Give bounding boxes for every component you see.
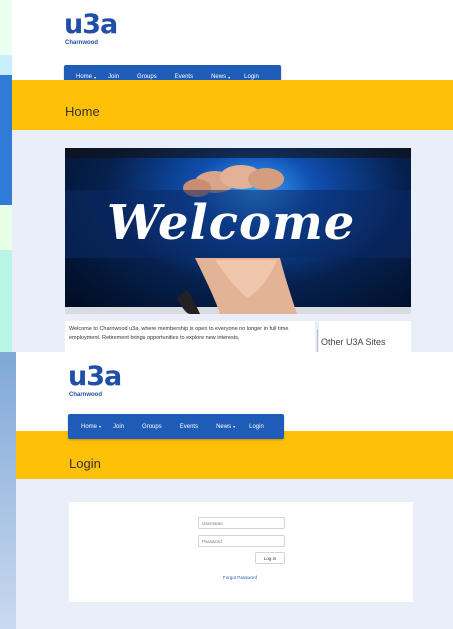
nav-groups[interactable]: Groups — [142, 424, 162, 430]
chevron-down-icon: ▾ — [99, 424, 102, 429]
chevron-down-icon: ▾ — [94, 74, 97, 80]
login-page: u3a Charnwood Home ▾ Join Groups Events N… — [16, 352, 453, 629]
screenshot: u3a Charnwood Home ▾ Join Groups Events N… — [0, 0, 453, 629]
home-page: u3a Charnwood Home ▾ Join Groups Events N… — [12, 0, 453, 352]
page-title: Login — [69, 456, 101, 471]
username-field[interactable]: Username — [198, 517, 285, 529]
nav-events[interactable]: Events — [180, 424, 198, 430]
logo[interactable]: u3a — [68, 363, 122, 390]
left-strip-4 — [0, 205, 12, 250]
left-strip-5 — [0, 250, 12, 352]
nav-news[interactable]: News ▾ — [216, 424, 235, 430]
intro-text: Welcome to Charnwood u3a, where membersh… — [65, 321, 315, 352]
logo[interactable]: u3a — [64, 11, 118, 38]
forgot-password-link[interactable]: Forgot Password — [223, 575, 257, 580]
left-strip-3 — [0, 75, 12, 205]
chevron-down-icon: ▾ — [233, 424, 236, 429]
chevron-down-icon: ▾ — [228, 74, 231, 80]
login-card: Username Password Log in Forgot Password — [69, 502, 413, 602]
main-nav: Home ▾ Join Groups Events News ▾ Login — [68, 414, 284, 439]
logo-subtitle: Charnwood — [69, 392, 102, 398]
nav-join[interactable]: Join — [113, 424, 124, 430]
left-strip-6 — [0, 352, 16, 629]
sidebar-heading: Other U3A Sites — [319, 321, 411, 352]
left-strip-2 — [0, 55, 12, 75]
banner-text: Welcome — [107, 195, 356, 251]
page-title: Home — [65, 104, 100, 119]
nav-login[interactable]: Login — [249, 424, 264, 430]
password-field[interactable]: Password — [198, 535, 285, 547]
welcome-banner: Welcome — [65, 148, 411, 314]
logo-subtitle: Charnwood — [65, 40, 98, 46]
left-strip-1 — [0, 0, 12, 55]
sidebar-divider — [317, 329, 318, 352]
nav-home[interactable]: Home ▾ — [81, 424, 101, 430]
login-button[interactable]: Log in — [255, 552, 285, 564]
